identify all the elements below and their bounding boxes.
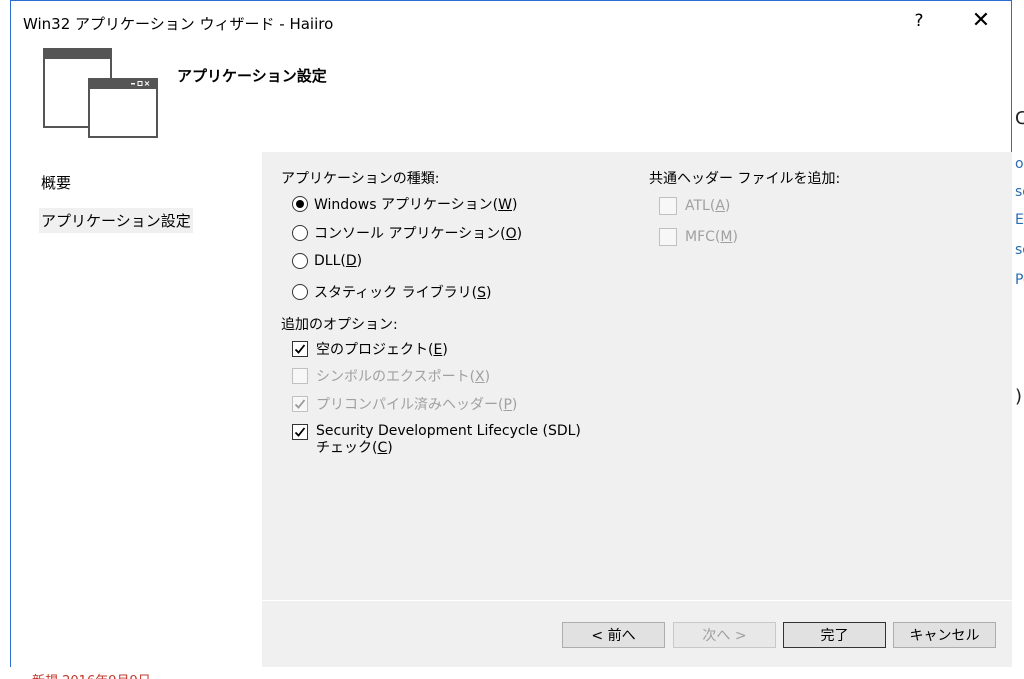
radio-label: スタティック ライブラリ(S) xyxy=(314,285,492,301)
checkbox-empty-project[interactable]: 空のプロジェクト(E) xyxy=(292,339,448,359)
cancel-button[interactable]: キャンセル xyxy=(893,622,996,648)
radio-button[interactable] xyxy=(292,225,308,241)
radio-label: DLL(D) xyxy=(314,253,363,269)
footer-separator xyxy=(262,600,1012,601)
radio-console-app[interactable]: コンソール アプリケーション(O) xyxy=(292,223,522,243)
checkbox xyxy=(292,396,308,412)
nav-item-app-settings[interactable]: アプリケーション設定 xyxy=(39,208,193,233)
background-window-edge: C ow so ET so Po ) xyxy=(1013,0,1024,679)
app-type-label: アプリケーションの種類: xyxy=(281,171,440,187)
wizard-windows-icon xyxy=(43,48,158,138)
background-text: 新規 2016年9月9日 xyxy=(32,670,151,679)
background-text: ow xyxy=(1015,156,1024,172)
radio-windows-app[interactable]: Windows アプリケーション(W) xyxy=(292,194,517,214)
background-text: C xyxy=(1015,108,1024,129)
title-bar: Win32 アプリケーション ウィザード - Haiiro ? ✕ xyxy=(11,1,1011,41)
radio-label: コンソール アプリケーション(O) xyxy=(314,226,523,242)
checkbox xyxy=(659,228,677,246)
checkbox-label: MFC(M) xyxy=(685,229,738,245)
checkbox-precompiled-header: プリコンパイル済みヘッダー(P) xyxy=(292,394,517,414)
nav-item-overview[interactable]: 概要 xyxy=(41,170,71,195)
checkbox-sdl-check[interactable]: Security Development Lifecycle (SDL) チェッ… xyxy=(292,423,581,457)
background-text: ) xyxy=(1015,386,1023,407)
checkbox-export-symbols: シンボルのエクスポート(X) xyxy=(292,366,490,386)
page-title: アプリケーション設定 xyxy=(177,67,327,85)
background-window-bottom: 新規 2016年9月9日 xyxy=(0,668,1013,679)
settings-panel: アプリケーションの種類: Windows アプリケーション(W) コンソール ア… xyxy=(262,152,1012,667)
checkbox xyxy=(292,368,308,384)
common-headers-label: 共通ヘッダー ファイルを追加: xyxy=(649,171,841,187)
background-text: Po xyxy=(1015,272,1024,288)
checkbox-label: シンボルのエクスポート(X) xyxy=(316,369,491,385)
checkbox-label: ATL(A) xyxy=(685,198,731,214)
radio-button[interactable] xyxy=(292,284,308,300)
wizard-dialog: Win32 アプリケーション ウィザード - Haiiro ? ✕ アプリケーシ… xyxy=(10,0,1012,667)
checkbox-atl: ATL(A) xyxy=(659,197,730,215)
radio-dll[interactable]: DLL(D) xyxy=(292,253,362,269)
background-text: so xyxy=(1015,184,1024,200)
radio-static-lib[interactable]: スタティック ライブラリ(S) xyxy=(292,282,491,302)
checkbox-label: プリコンパイル済みヘッダー(P) xyxy=(316,397,518,413)
window-title: Win32 アプリケーション ウィザード - Haiiro xyxy=(23,15,334,33)
radio-button[interactable] xyxy=(292,196,308,212)
checkbox xyxy=(659,197,677,215)
background-text: ET xyxy=(1015,212,1024,228)
prev-button[interactable]: < 前へ xyxy=(562,622,665,648)
wizard-header: アプリケーション設定 xyxy=(11,41,1011,151)
help-button[interactable]: ? xyxy=(907,9,931,33)
close-button[interactable]: ✕ xyxy=(965,7,997,35)
radio-label: Windows アプリケーション(W) xyxy=(314,197,518,213)
checkbox-mfc: MFC(M) xyxy=(659,228,738,246)
wizard-nav: 概要 アプリケーション設定 xyxy=(11,152,262,667)
checkbox-label: Security Development Lifecycle (SDL) チェッ… xyxy=(316,423,581,456)
finish-button[interactable]: 完了 xyxy=(783,622,886,648)
next-button: 次へ > xyxy=(673,622,776,648)
checkbox[interactable] xyxy=(292,424,308,440)
checkbox[interactable] xyxy=(292,341,308,357)
background-text: so xyxy=(1015,242,1024,258)
radio-button[interactable] xyxy=(292,253,308,269)
extra-options-label: 追加のオプション: xyxy=(281,317,398,333)
checkbox-label: 空のプロジェクト(E) xyxy=(316,342,448,358)
